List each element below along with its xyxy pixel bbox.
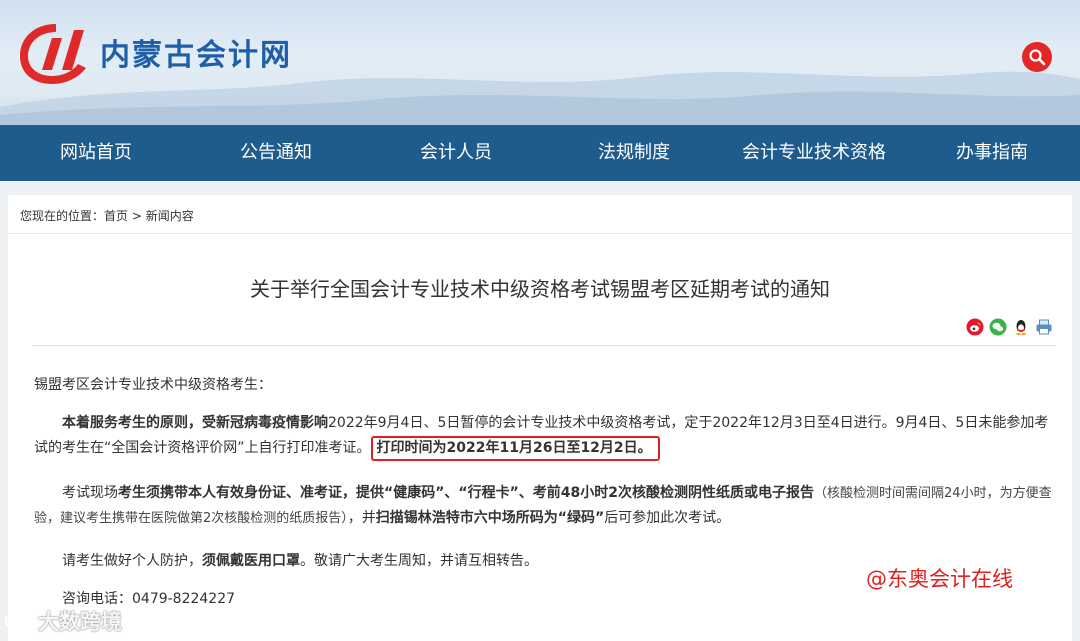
p2-text-2: ，并: [347, 510, 376, 526]
article-paragraph-1: 本着服务考生的原则，受新冠病毒疫情影响2022年9月4日、5日暂停的会计专业技术…: [34, 411, 1058, 461]
nav-item-regulations[interactable]: 法规制度: [578, 125, 690, 181]
article-paragraph-2: 考试现场考生须携带本人有效身份证、准考证，提供“健康码”、“行程卡”、考前48小…: [34, 481, 1058, 531]
watermark-dongao: @东奥会计在线: [866, 567, 1013, 591]
main-nav: 网站首页 公告通知 会计人员 法规制度 会计专业技术资格 办事指南: [0, 125, 1080, 181]
site-header: 内蒙古会计网: [0, 0, 1080, 125]
search-icon: [1029, 49, 1046, 66]
title-divider: [32, 345, 1056, 346]
nav-item-qualifications[interactable]: 会计专业技术资格: [730, 125, 898, 181]
p3-text-2: 。敬请广大考生周知，并请互相转告。: [300, 553, 538, 569]
nav-item-accountants[interactable]: 会计人员: [400, 125, 512, 181]
search-button[interactable]: [1022, 42, 1052, 72]
p2-bold-2: 扫描锡林浩特市六中场所码为“绿码”: [375, 510, 605, 526]
p2-bold-1: 考生须携带本人有效身份证、准考证，提供“健康码”、“行程卡”、考前48小时2次核…: [118, 485, 815, 501]
breadcrumb: 您现在的位置：首页 > 新闻内容: [20, 207, 194, 224]
print-icon[interactable]: [1035, 318, 1053, 336]
qq-icon[interactable]: [1012, 318, 1030, 336]
breadcrumb-divider: [8, 233, 1072, 234]
p3-bold-1: 须佩戴医用口罩: [202, 553, 300, 569]
nav-item-notices[interactable]: 公告通知: [220, 125, 332, 181]
breadcrumb-current: 新闻内容: [145, 209, 194, 223]
watermark-dashukuajing: 大数跨境: [4, 606, 122, 636]
site-name[interactable]: 内蒙古会计网: [100, 30, 292, 74]
contact-phone: 咨询电话：0479-8224227: [62, 591, 236, 607]
article-greeting: 锡盟考区会计专业技术中级资格考生：: [34, 377, 272, 393]
print-date-highlight: 打印时间为2022年11月26日至12月2日。: [370, 436, 660, 461]
watermark-left-text: 大数跨境: [38, 610, 122, 634]
breadcrumb-home-link[interactable]: 首页: [104, 209, 128, 223]
weibo-icon[interactable]: [966, 318, 984, 336]
p2-text-3: 后可参加此次考试。: [604, 510, 731, 526]
article-title: 关于举行全国会计专业技术中级资格考试锡盟考区延期考试的通知: [250, 277, 830, 301]
breadcrumb-prefix: 您现在的位置：: [20, 209, 105, 223]
breadcrumb-separator: >: [128, 209, 146, 223]
watermark-logo-icon: [4, 612, 34, 630]
nmg-accounting-logo[interactable]: [16, 18, 92, 88]
p1-bold-1: 本着服务考生的原则，受新冠病毒疫情影响: [62, 415, 328, 431]
nav-item-home[interactable]: 网站首页: [40, 125, 152, 181]
p3-text-1: 请考生做好个人防护，: [62, 553, 202, 569]
wechat-icon[interactable]: [989, 318, 1007, 336]
share-bar: [966, 318, 1053, 336]
nav-item-guide[interactable]: 办事指南: [936, 125, 1048, 181]
p2-text-1: 考试现场: [62, 485, 118, 501]
